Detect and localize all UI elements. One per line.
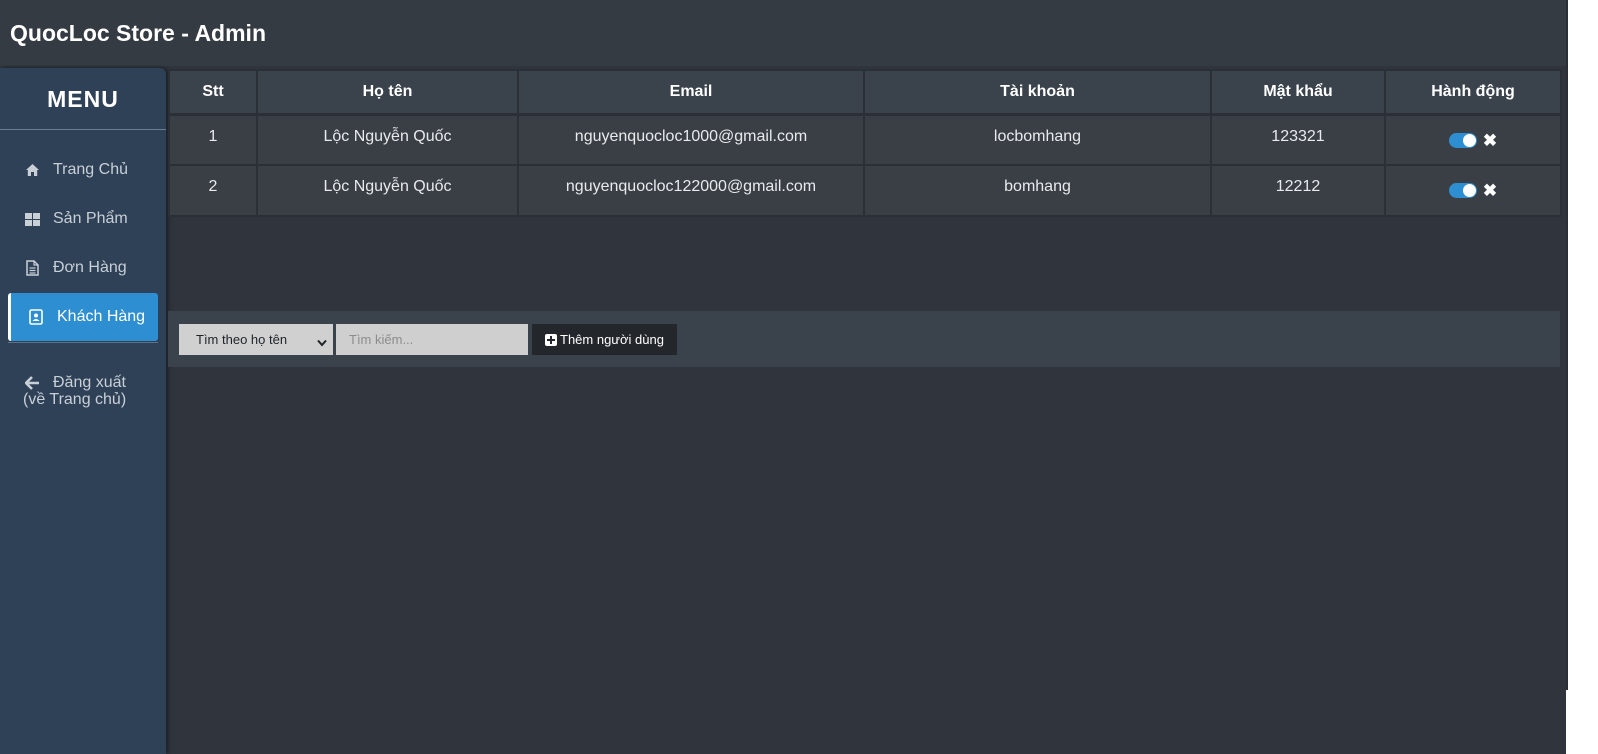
chevron-down-icon: [317, 335, 327, 350]
users-table: Stt Họ tên Email Tài khoản Mật khẩu Hành…: [168, 69, 1562, 217]
cell-account: locbomhang: [863, 112, 1212, 166]
column-header: Stt: [168, 69, 258, 115]
add-user-button[interactable]: Thêm người dùng: [532, 324, 677, 355]
menu-title: MENU: [47, 86, 119, 112]
app-title: QuocLoc Store - Admin: [10, 20, 266, 46]
table-row: 1 Lộc Nguyễn Quốc nguyenquocloc1000@gmai…: [168, 112, 1562, 166]
toggle-knob: [1462, 184, 1476, 197]
search-input[interactable]: [336, 324, 528, 355]
menu-divider: [0, 129, 166, 130]
table-row: 2 Lộc Nguyễn Quốc nguyenquocloc122000@gm…: [168, 164, 1562, 217]
sidebar-item-products[interactable]: Sản Phẩm: [8, 195, 158, 243]
cell-stt: 2: [168, 164, 258, 217]
app-header: QuocLoc Store - Admin: [0, 0, 1566, 66]
cell-account: bomhang: [863, 164, 1212, 217]
grid-icon: [24, 211, 40, 227]
sidebar-item-label: Sản Phẩm: [53, 210, 128, 227]
arrow-left-icon: [25, 375, 41, 391]
scrollbar-edge: [1566, 0, 1568, 690]
search-filter-select[interactable]: Tìm theo họ tên: [179, 324, 333, 355]
sidebar-item-customers[interactable]: Khách Hàng: [8, 293, 158, 341]
delete-icon[interactable]: ✖: [1483, 132, 1497, 149]
search-toolbar: Tìm theo họ tên Thêm người dùng: [168, 311, 1560, 367]
cell-name: Lộc Nguyễn Quốc: [256, 164, 519, 217]
cell-name: Lộc Nguyễn Quốc: [256, 112, 519, 166]
plus-square-icon: [545, 333, 557, 346]
add-user-label: Thêm người dùng: [560, 332, 664, 347]
sidebar-item-home[interactable]: Trang Chủ: [8, 146, 158, 194]
cell-email: nguyenquocloc122000@gmail.com: [517, 164, 865, 217]
table-header-row: Stt Họ tên Email Tài khoản Mật khẩu Hành…: [168, 69, 1562, 115]
column-header: Hành động: [1384, 69, 1562, 115]
document-icon: [24, 260, 40, 276]
delete-icon[interactable]: ✖: [1483, 182, 1497, 199]
home-icon: [24, 162, 40, 178]
cell-password: 123321: [1210, 112, 1386, 166]
sidebar-item-label: Trang Chủ: [53, 161, 128, 178]
sidebar-item-label: Khách Hàng: [57, 308, 146, 325]
logout-label: Đăng xuất: [53, 374, 126, 391]
address-book-icon: [28, 309, 44, 325]
cell-password: 12212: [1210, 164, 1386, 217]
cell-stt: 1: [168, 112, 258, 166]
toggle-knob: [1462, 133, 1476, 147]
sidebar: MENU Trang Chủ Sản Phẩm Đơn Hàng Khách H…: [0, 68, 166, 754]
sidebar-item-orders[interactable]: Đơn Hàng: [8, 244, 158, 292]
sidebar-divider: [8, 342, 158, 343]
vertical-scrollbar[interactable]: [1566, 0, 1598, 754]
toggle-icon[interactable]: [1448, 183, 1477, 198]
logout-sublabel: (về Trang chủ): [23, 391, 127, 408]
toggle-icon[interactable]: [1448, 132, 1477, 148]
column-header: Tài khoản: [863, 69, 1212, 115]
column-header: Họ tên: [256, 69, 519, 115]
cell-email: nguyenquocloc1000@gmail.com: [517, 112, 865, 166]
column-header: Email: [517, 69, 865, 115]
users-table-container: Stt Họ tên Email Tài khoản Mật khẩu Hành…: [168, 69, 1562, 217]
cell-actions: ✖: [1384, 164, 1562, 217]
search-filter-value: Tìm theo họ tên: [196, 332, 288, 347]
cell-actions: ✖: [1384, 112, 1562, 166]
column-header: Mật khẩu: [1210, 69, 1386, 115]
sidebar-item-label: Đơn Hàng: [53, 259, 127, 276]
logout-link[interactable]: Đăng xuất (về Trang chủ): [0, 374, 166, 409]
